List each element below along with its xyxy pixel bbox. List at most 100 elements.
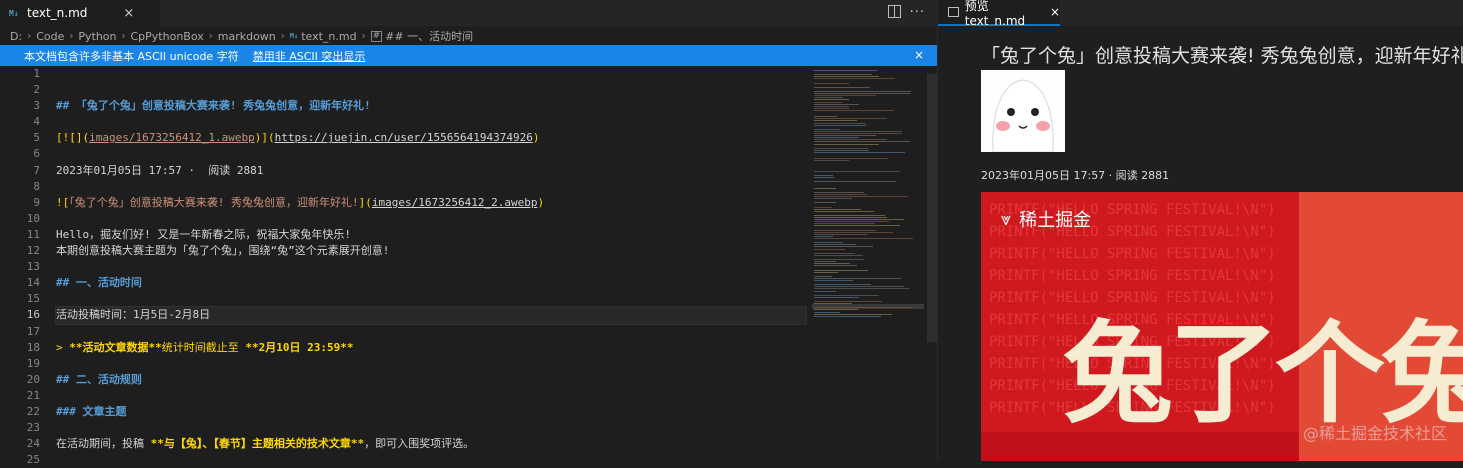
code-line[interactable] — [56, 452, 806, 468]
minimap-line — [814, 275, 832, 277]
code-line[interactable]: 本期创意投稿大赛主题为「兔了个兔」，围绕“兔”这个元素展开创意! — [56, 243, 806, 259]
code-line[interactable]: > **活动文章数据**统计时间截止至 **2月10日 23:59** — [56, 340, 806, 356]
line-number: 3 — [33, 99, 40, 113]
image-path[interactable]: images/1673256412_2.awebp — [372, 196, 538, 209]
minimap-line — [814, 135, 877, 137]
minimap-line — [814, 109, 894, 111]
markdown-file-icon: M↓ — [9, 8, 19, 18]
tab-close-icon[interactable]: × — [1050, 5, 1060, 19]
minimap-line — [814, 244, 856, 246]
tab-text-n-md[interactable]: M↓ text_n.md × — [0, 0, 160, 26]
minimap-line — [814, 103, 859, 105]
editor-group: M↓ text_n.md × ··· D: › Code › Python › … — [0, 0, 937, 466]
avatar[interactable] — [981, 70, 1065, 153]
minimap-line — [814, 78, 896, 80]
code-line[interactable] — [56, 291, 806, 307]
code-line[interactable] — [56, 211, 806, 227]
code-line[interactable] — [56, 259, 806, 275]
minimap[interactable] — [812, 66, 917, 461]
tab-label: 预览 text_n.md — [964, 0, 1026, 28]
minimap-line — [814, 105, 850, 107]
split-editor-icon[interactable] — [888, 5, 901, 18]
breadcrumb-item[interactable]: ## 一、活动时间 — [385, 28, 473, 44]
chevron-right-icon: › — [69, 30, 74, 42]
minimap-line — [814, 313, 893, 315]
minimap-line — [814, 177, 835, 179]
minimap-line — [814, 290, 837, 292]
breadcrumb-item[interactable]: markdown — [218, 30, 276, 43]
logo-text: 稀土掘金 — [1019, 210, 1092, 231]
link-bracket: ]( — [358, 195, 372, 209]
minimap-line — [814, 137, 860, 139]
editor-tab-bar: M↓ text_n.md × ··· — [0, 0, 937, 26]
breadcrumb: D: › Code › Python › CpPythonBox › markd… — [10, 27, 473, 45]
scrollbar-thumb[interactable] — [927, 74, 937, 342]
chevron-right-icon: › — [361, 30, 366, 42]
minimap-line — [814, 74, 873, 76]
breadcrumb-item[interactable]: Python — [78, 30, 116, 43]
plain-text: ，即可入围奖项评选。 — [364, 437, 475, 451]
line-number: 23 — [26, 421, 40, 435]
minimap-line — [814, 219, 905, 221]
minimap-line — [814, 254, 863, 256]
minimap-line — [814, 139, 888, 141]
code-line[interactable] — [56, 146, 806, 162]
code-line[interactable]: Hello，掘友们好! 又是一年新春之际，祝福大家兔年快乐! — [56, 227, 806, 243]
minimap-line — [814, 288, 910, 290]
code-line[interactable]: ![「兔了个兔」创意投稿大赛来袭! 秀兔兔创意，迎新年好礼!](images/1… — [56, 195, 806, 211]
tab-close-icon[interactable]: × — [123, 6, 134, 21]
code-line[interactable] — [56, 66, 806, 82]
minimap-line — [814, 231, 893, 233]
breadcrumb-item[interactable]: Code — [36, 30, 64, 43]
code-line[interactable] — [56, 82, 806, 98]
code-line[interactable] — [56, 324, 806, 340]
code-line-active[interactable]: 活动投稿时间：1月5日-2月8日 — [55, 306, 807, 325]
minimap-line — [814, 225, 900, 227]
code-area[interactable]: ## 「兔了个兔」创意投稿大赛来袭! 秀兔兔创意，迎新年好礼! [![](ima… — [55, 66, 807, 468]
breadcrumb-item[interactable]: D: — [10, 30, 22, 43]
link-bracket: ) — [537, 195, 545, 209]
minimap-line — [814, 214, 886, 216]
minimap-line — [814, 160, 849, 162]
minimap-line — [814, 263, 851, 265]
minimap-line — [814, 269, 868, 271]
code-line[interactable] — [56, 179, 806, 195]
breadcrumb-item[interactable]: text_n.md — [301, 30, 356, 43]
minimap-line — [814, 301, 882, 302]
minimap-line — [814, 91, 912, 92]
code-line[interactable] — [56, 388, 806, 404]
code-line[interactable] — [56, 420, 806, 436]
minimap-line — [814, 118, 887, 120]
minimap-line — [814, 229, 877, 231]
code-line[interactable] — [56, 356, 806, 372]
minimap-line — [814, 120, 857, 122]
minimap-line — [814, 122, 867, 124]
minimap-line — [814, 147, 868, 149]
code-line[interactable]: ## 二、活动规则 — [56, 372, 806, 388]
minimap-line — [814, 309, 858, 311]
code-line[interactable]: ## 「兔了个兔」创意投稿大赛来袭! 秀兔兔创意，迎新年好礼! — [56, 98, 806, 114]
more-actions-icon[interactable]: ··· — [910, 5, 925, 20]
breadcrumb-item[interactable]: CpPythonBox — [131, 30, 204, 43]
code-line[interactable]: [![](images/1673256412_1.awebp)](https:/… — [56, 130, 806, 146]
minimap-line — [814, 170, 900, 172]
minimap-line — [814, 259, 865, 260]
line-number: 14 — [26, 276, 40, 290]
line-number: 13 — [26, 260, 40, 274]
code-line[interactable]: ### 文章主题 — [56, 404, 806, 420]
disable-highlight-link[interactable]: 禁用非 ASCII 突出显示 — [253, 48, 366, 64]
code-line[interactable]: ## 一、活动时间 — [56, 275, 806, 291]
minimap-line — [814, 130, 902, 132]
minimap-line — [814, 277, 902, 279]
tab-preview[interactable]: 预览 text_n.md × — [938, 0, 1060, 28]
chevron-right-icon: › — [27, 30, 32, 42]
minimap-line — [814, 233, 867, 235]
link-url[interactable]: https://juejin.cn/user/1556564194374926 — [275, 131, 533, 144]
minimap-line — [814, 187, 837, 189]
close-icon[interactable]: × — [914, 48, 924, 62]
code-line[interactable]: 2023年01月05日 17:57 · 阅读 2881 — [56, 163, 806, 179]
code-line[interactable]: 在活动期间，投稿 **与【兔】、【春节】主题相关的技术文章**，即可入围奖项评选… — [56, 436, 806, 452]
image-path[interactable]: images/1673256412_1.awebp — [89, 131, 255, 144]
chevron-right-icon: › — [208, 30, 213, 42]
code-line[interactable] — [56, 114, 806, 130]
